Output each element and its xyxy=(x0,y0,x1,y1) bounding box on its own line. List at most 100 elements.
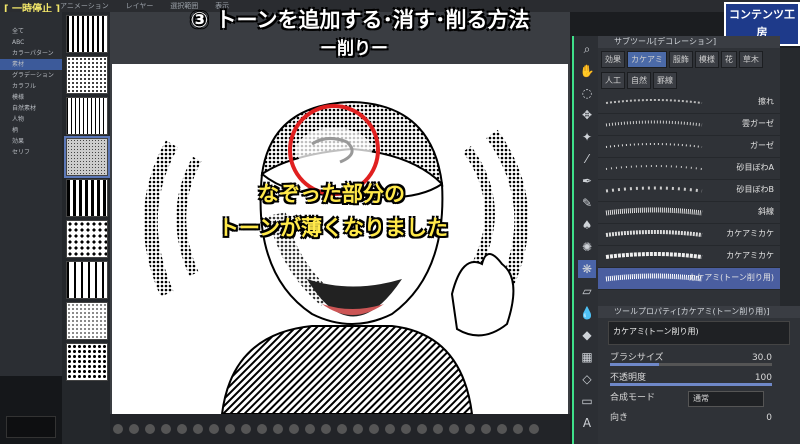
timeline-frame[interactable] xyxy=(385,424,395,434)
brush-item[interactable]: 擦れ xyxy=(598,92,780,114)
tone-thumb[interactable] xyxy=(66,261,108,299)
category-pattern[interactable]: 模様 xyxy=(694,51,719,68)
blend-icon[interactable]: 💧 xyxy=(578,304,596,322)
timeline-frame[interactable] xyxy=(209,424,219,434)
category-effect[interactable]: 効果 xyxy=(601,51,625,68)
timeline-frame[interactable] xyxy=(465,424,475,434)
category-artificial[interactable]: 人工 xyxy=(601,72,625,89)
category-nature[interactable]: 自然 xyxy=(627,72,651,89)
video-subtitle: ー削りー xyxy=(320,39,388,59)
brush-item[interactable]: 砂目ぼわB xyxy=(598,180,780,202)
blend-mode-select[interactable]: 通常 xyxy=(688,391,764,407)
brush-item[interactable]: 雲ガーゼ xyxy=(598,114,780,136)
brush-item[interactable]: 斜線 xyxy=(598,202,780,224)
category-clothing[interactable]: 服飾 xyxy=(668,51,693,68)
brush-item-selected[interactable]: カケアミ(トーン削り用) xyxy=(598,268,780,290)
tone-thumb[interactable] xyxy=(66,343,108,381)
hand-icon[interactable]: ✋ xyxy=(578,62,596,80)
timeline-frame[interactable] xyxy=(321,424,331,434)
category-kakeami[interactable]: カケアミ xyxy=(627,51,667,68)
navigator-thumbnail[interactable] xyxy=(6,416,56,438)
tree-item[interactable]: 全て xyxy=(0,26,62,37)
timeline-frame[interactable] xyxy=(433,424,443,434)
subtool-scrollbar[interactable] xyxy=(780,48,800,306)
frame-icon[interactable]: ▭ xyxy=(578,392,596,410)
tree-item[interactable]: セリフ xyxy=(0,147,62,158)
brush-size-slider[interactable] xyxy=(610,363,772,366)
brush-item[interactable]: 砂目ぼわA xyxy=(598,158,780,180)
timeline-frame[interactable] xyxy=(417,424,427,434)
brush-icon[interactable]: ♠ xyxy=(578,216,596,234)
tree-item[interactable]: 柄 xyxy=(0,125,62,136)
pen-icon[interactable]: ✒ xyxy=(578,172,596,190)
airbrush-icon[interactable]: ✺ xyxy=(578,238,596,256)
decoration-icon[interactable]: ❋ xyxy=(578,260,596,278)
timeline-frame[interactable] xyxy=(529,424,539,434)
zoom-icon[interactable]: ⌕ xyxy=(578,40,596,58)
tree-item[interactable]: ABC xyxy=(0,37,62,48)
figure-icon[interactable]: ◇ xyxy=(578,370,596,388)
brush-item[interactable]: カケアミカケ xyxy=(598,224,780,246)
tone-material-list xyxy=(62,12,111,444)
timeline-frame[interactable] xyxy=(113,424,123,434)
tree-item[interactable]: カラフル xyxy=(0,81,62,92)
tree-item[interactable]: 模様 xyxy=(0,92,62,103)
tone-thumb[interactable] xyxy=(66,220,108,258)
timeline-frame[interactable] xyxy=(273,424,283,434)
eyedropper-icon[interactable]: ⁄ xyxy=(578,150,596,168)
tree-item[interactable]: グラデーション xyxy=(0,70,62,81)
menu-tab-animation[interactable]: アニメーション xyxy=(60,2,109,10)
timeline-frame[interactable] xyxy=(193,424,203,434)
tone-thumb[interactable] xyxy=(66,179,108,217)
gradient-icon[interactable]: ▦ xyxy=(578,348,596,366)
timeline-frame[interactable] xyxy=(225,424,235,434)
timeline-frame[interactable] xyxy=(513,424,523,434)
opacity-row[interactable]: 不透明度 100 xyxy=(598,368,800,388)
timeline-frame[interactable] xyxy=(177,424,187,434)
text-icon[interactable]: A xyxy=(578,414,596,432)
tone-thumb[interactable] xyxy=(66,97,108,135)
timeline-frame[interactable] xyxy=(161,424,171,434)
tone-thumb[interactable] xyxy=(66,15,108,53)
direction-value[interactable]: 0 xyxy=(766,408,772,428)
timeline-frame[interactable] xyxy=(497,424,507,434)
timeline-frame[interactable] xyxy=(305,424,315,434)
lasso-icon[interactable]: ◌ xyxy=(578,84,596,102)
timeline-frame[interactable] xyxy=(353,424,363,434)
timeline-frame[interactable] xyxy=(337,424,347,434)
video-title: ③ トーンを追加する･消す･削る方法 xyxy=(190,8,530,32)
brush-item[interactable]: ガーゼ xyxy=(598,136,780,158)
tone-thumb-selected[interactable] xyxy=(64,136,110,178)
opacity-slider[interactable] xyxy=(610,383,772,386)
tone-thumb[interactable] xyxy=(66,302,108,340)
category-flower[interactable]: 花 xyxy=(720,51,737,68)
pencil-icon[interactable]: ✎ xyxy=(578,194,596,212)
timeline-frame[interactable] xyxy=(449,424,459,434)
tone-thumb[interactable] xyxy=(66,56,108,94)
brush-size-label: ブラシサイズ xyxy=(610,353,664,363)
timeline-frame[interactable] xyxy=(257,424,267,434)
brush-item[interactable]: カケアミカケ xyxy=(598,246,780,268)
fill-icon[interactable]: ◆ xyxy=(578,326,596,344)
timeline-frame[interactable] xyxy=(241,424,251,434)
tree-item[interactable]: カラーパターン xyxy=(0,48,62,59)
direction-row[interactable]: 向き 0 xyxy=(598,408,800,428)
tree-item[interactable]: 人物 xyxy=(0,114,62,125)
timeline-frame[interactable] xyxy=(481,424,491,434)
brush-size-row[interactable]: ブラシサイズ 30.0 xyxy=(598,348,800,368)
tree-item[interactable]: 効果 xyxy=(0,136,62,147)
category-plants[interactable]: 草木 xyxy=(738,51,763,68)
timeline-frame[interactable] xyxy=(145,424,155,434)
eraser-icon[interactable]: ▱ xyxy=(578,282,596,300)
move-icon[interactable]: ✥ xyxy=(578,106,596,124)
blend-mode-row[interactable]: 合成モード 通常 xyxy=(598,388,800,408)
tree-item[interactable]: 自然素材 xyxy=(0,103,62,114)
timeline-frame[interactable] xyxy=(129,424,139,434)
timeline-frame[interactable] xyxy=(369,424,379,434)
timeline-frame[interactable] xyxy=(401,424,411,434)
brush-preview-label: カケアミ(トーン削り用) xyxy=(613,327,699,336)
category-ruled-line[interactable]: 罫線 xyxy=(653,72,677,89)
magic-wand-icon[interactable]: ✦ xyxy=(578,128,596,146)
timeline-frame[interactable] xyxy=(289,424,299,434)
tree-item-selected[interactable]: 素材 xyxy=(0,59,62,70)
